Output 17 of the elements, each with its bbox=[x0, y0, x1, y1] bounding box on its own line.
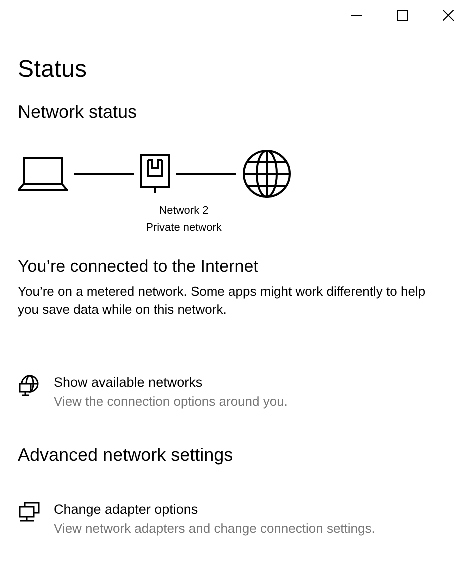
network-type: Private network bbox=[146, 221, 222, 236]
page-title: Status bbox=[18, 56, 88, 84]
monitors-icon bbox=[18, 502, 42, 524]
laptop-icon bbox=[18, 156, 68, 192]
router-icon bbox=[140, 154, 170, 194]
link-title[interactable]: Show available networks bbox=[54, 373, 288, 392]
maximize-icon bbox=[396, 10, 408, 20]
section-heading: Advanced network settings bbox=[18, 445, 234, 466]
link-title[interactable]: Change adapter options bbox=[54, 500, 376, 519]
section-heading: Network status bbox=[18, 102, 138, 123]
close-icon bbox=[442, 10, 454, 20]
globe-icon bbox=[242, 149, 292, 199]
network-name: Network 2 bbox=[159, 204, 209, 219]
link-description: View the connection options around you. bbox=[54, 393, 288, 411]
link-description: View network adapters and change connection settings. bbox=[54, 520, 376, 538]
connection-status: You’re connected to the Internet bbox=[18, 257, 260, 277]
connection-description: You’re on a metered network. Some apps might work differently to help you save data while on this network. bbox=[18, 283, 427, 319]
